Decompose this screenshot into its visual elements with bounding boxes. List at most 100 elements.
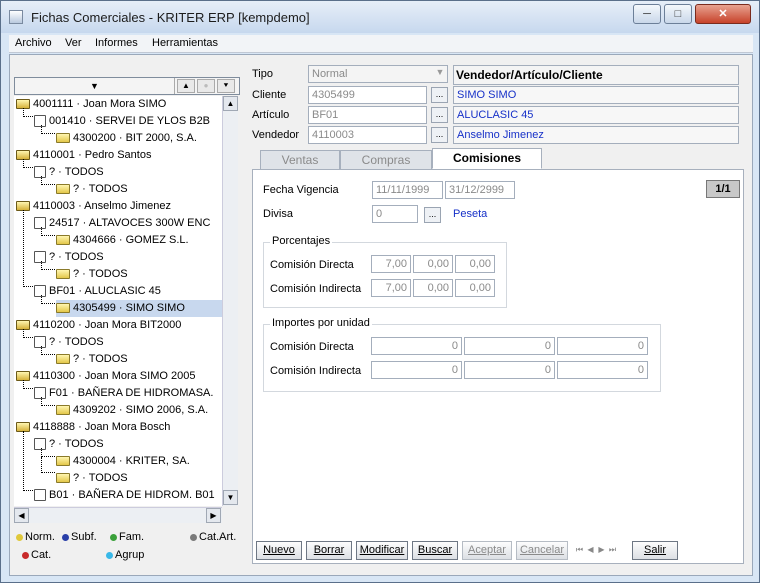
previous-record-icon[interactable]: ◀ <box>586 541 595 558</box>
folder-icon <box>56 303 70 314</box>
vendedor-description: Anselmo Jimenez <box>453 126 739 144</box>
tab-comisiones[interactable]: Comisiones <box>432 148 542 169</box>
menu-ver[interactable]: Ver <box>65 37 82 49</box>
modificar-button[interactable]: Modificar <box>356 541 408 560</box>
tree-node[interactable]: 001410 · SERVEI DE YLOS B2B <box>34 113 210 130</box>
articulo-label: Artículo <box>252 109 290 121</box>
imp-indirecta-3[interactable]: 0 <box>557 361 648 379</box>
tree-node[interactable]: 4110003 · Anselmo Jimenez <box>16 198 171 215</box>
porcentajes-group: Porcentajes Comisión Directa 7,00 0,00 0… <box>263 235 507 308</box>
folder-icon <box>56 405 70 416</box>
tree-node[interactable]: 4118888 · Joan Mora Bosch <box>16 419 170 436</box>
articulo-description: ALUCLASIC 45 <box>453 106 739 124</box>
salir-button[interactable]: Salir <box>632 541 678 560</box>
divisa-label: Divisa <box>263 208 293 220</box>
tree-mid-button[interactable]: ● <box>197 79 215 93</box>
folder-icon <box>56 269 70 280</box>
tipo-label: Tipo <box>252 68 273 80</box>
menu-herramientas[interactable]: Herramientas <box>152 37 218 49</box>
cliente-label: Cliente <box>252 89 287 101</box>
vendedor-field[interactable]: 4110003 <box>308 126 427 144</box>
nuevo-button[interactable]: Nuevo <box>256 541 302 560</box>
vendedor-articulo-cliente-header: Vendedor/Artículo/Cliente <box>453 65 739 85</box>
tree-node[interactable]: 24517 · ALTAVOCES 300W ENC <box>34 215 210 232</box>
articulo-field[interactable]: BF01 <box>308 106 427 124</box>
fecha-hasta-field[interactable]: 31/12/2999 <box>445 181 515 199</box>
fecha-vigencia-label: Fecha Vigencia <box>263 184 339 196</box>
legend-catart: Cat.Art. <box>190 531 236 543</box>
tab-ventas[interactable]: Ventas <box>260 150 340 170</box>
imp-directa-2[interactable]: 0 <box>464 337 555 355</box>
borrar-button[interactable]: Borrar <box>306 541 352 560</box>
first-record-icon[interactable]: ⏮ <box>575 541 584 558</box>
pct-indirecta-3[interactable]: 0,00 <box>455 279 495 297</box>
tipo-select[interactable]: Normal <box>308 65 448 83</box>
legend-norm: Norm. <box>16 531 55 543</box>
tree-node-selected[interactable]: 4305499 · SIMO SIMO <box>56 300 222 317</box>
tree-node[interactable]: 4110300 · Joan Mora SIMO 2005 <box>16 368 195 385</box>
tree-node[interactable]: 4309202 · SIMO 2006, S.A. <box>56 402 208 419</box>
tree-node[interactable]: ? · TODOS <box>56 181 128 198</box>
scroll-right-arrow-icon[interactable]: ▶ <box>206 508 221 523</box>
next-record-icon[interactable]: ▶ <box>597 541 606 558</box>
tree-legend: Norm. Subf. Fam. Cat.Art. Cat. Agrup <box>14 529 240 573</box>
divisa-field[interactable]: 0 <box>372 205 418 223</box>
pct-indirecta-2[interactable]: 0,00 <box>413 279 453 297</box>
imp-indirecta-label: Comisión Indirecta <box>270 365 362 377</box>
tree-node[interactable]: 4300004 · KRITER, SA. <box>56 453 190 470</box>
tree-horizontal-scrollbar[interactable]: ◀ ▶ <box>14 507 222 523</box>
divisa-lookup-button[interactable]: ... <box>424 207 441 223</box>
scroll-up-arrow-icon[interactable]: ▲ <box>223 96 238 111</box>
tree-dropdown[interactable]: ▼ <box>15 78 175 94</box>
action-buttons: Nuevo Borrar Modificar Buscar Aceptar Ca… <box>252 541 744 563</box>
tree-node[interactable]: ? · TODOS <box>56 266 128 283</box>
cliente-lookup-button[interactable]: ... <box>431 87 448 103</box>
imp-indirecta-2[interactable]: 0 <box>464 361 555 379</box>
menu-archivo[interactable]: Archivo <box>15 37 52 49</box>
scroll-left-arrow-icon[interactable]: ◀ <box>14 508 29 523</box>
window-title: Fichas Comerciales - KRITER ERP [kempdem… <box>31 10 310 25</box>
buscar-button[interactable]: Buscar <box>412 541 458 560</box>
cliente-field[interactable]: 4305499 <box>308 86 427 104</box>
porcentajes-title: Porcentajes <box>270 235 333 247</box>
tree-node[interactable]: 4110200 · Joan Mora BIT2000 <box>16 317 181 334</box>
aceptar-button[interactable]: Aceptar <box>462 541 512 560</box>
pct-directa-3[interactable]: 0,00 <box>455 255 495 273</box>
tree-up-button[interactable]: ▲ <box>177 79 195 93</box>
tree-node[interactable]: F01 · BAÑERA DE HIDROMASA. <box>34 385 213 402</box>
tree-node[interactable]: ? · TODOS <box>56 351 128 368</box>
tab-compras[interactable]: Compras <box>340 150 432 170</box>
tree-node[interactable]: 4110001 · Pedro Santos <box>16 147 151 164</box>
pct-directa-2[interactable]: 0,00 <box>413 255 453 273</box>
tree-down-button[interactable]: ⯆ <box>217 79 235 93</box>
tree-view: 4001111 · Joan Mora SIMO 001410 · SERVEI… <box>14 96 222 506</box>
imp-directa-1[interactable]: 0 <box>371 337 462 355</box>
fecha-desde-field[interactable]: 11/11/1999 <box>372 181 443 199</box>
pct-indirecta-1[interactable]: 7,00 <box>371 279 411 297</box>
tree-node[interactable]: 4001111 · Joan Mora SIMO <box>16 96 166 113</box>
legend-subf: Subf. <box>62 531 97 543</box>
imp-indirecta-1[interactable]: 0 <box>371 361 462 379</box>
scroll-down-arrow-icon[interactable]: ▼ <box>223 490 238 505</box>
last-record-icon[interactable]: ⏭ <box>608 541 617 558</box>
imp-directa-3[interactable]: 0 <box>557 337 648 355</box>
articulo-lookup-button[interactable]: ... <box>431 107 448 123</box>
chevron-down-icon[interactable]: ▼ <box>433 66 447 82</box>
tree-node[interactable]: 4300200 · BIT 2000, S.A. <box>56 130 197 147</box>
vendedor-lookup-button[interactable]: ... <box>431 127 448 143</box>
maximize-button[interactable]: □ <box>664 4 692 24</box>
menu-bar: Archivo Ver Informes Herramientas <box>9 35 753 53</box>
app-icon <box>9 10 23 24</box>
cliente-description: SIMO SIMO <box>453 86 739 104</box>
client-area: ▼ ▲ ● ⯆ 4001111 · Joan Mora SIMO 001410 … <box>9 54 753 576</box>
record-pager: 1/1 <box>706 180 740 198</box>
tree-node[interactable]: 4304666 · GOMEZ S.L. <box>56 232 189 249</box>
pct-directa-1[interactable]: 7,00 <box>371 255 411 273</box>
tree-vertical-scrollbar[interactable]: ▲ ▼ <box>222 96 238 506</box>
tree-node[interactable]: ? · TODOS <box>56 470 128 487</box>
cancelar-button[interactable]: Cancelar <box>516 541 568 560</box>
menu-informes[interactable]: Informes <box>95 37 138 49</box>
minimize-button[interactable]: ─ <box>633 4 661 24</box>
tree-node[interactable]: B01 · BAÑERA DE HIDROM. B01 <box>34 487 215 504</box>
close-button[interactable]: ✕ <box>695 4 751 24</box>
